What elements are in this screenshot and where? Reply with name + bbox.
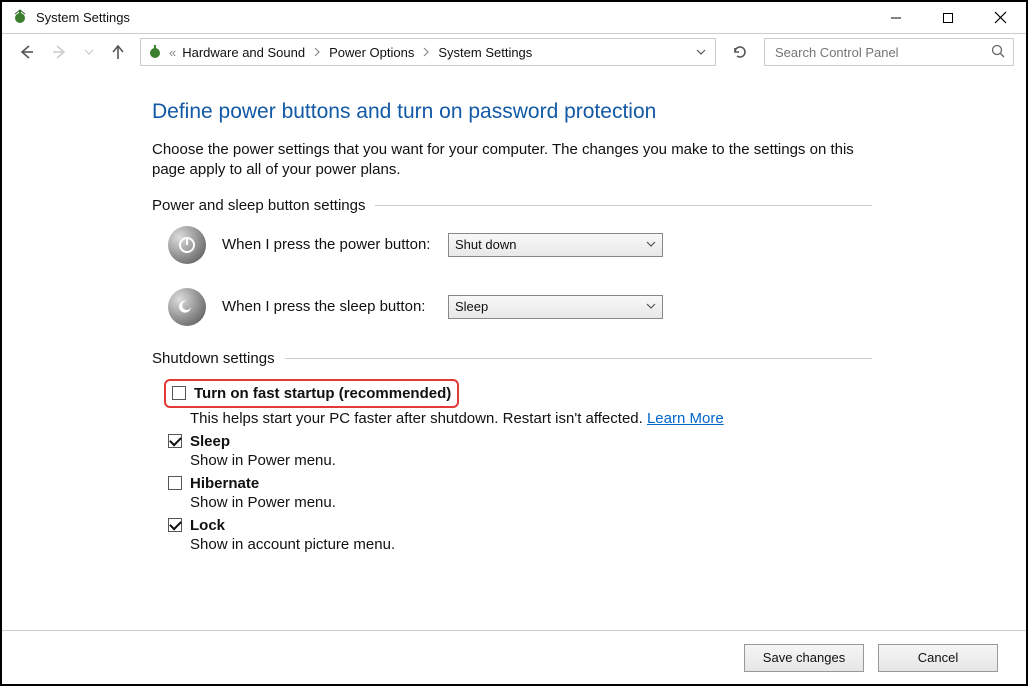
footer: Save changes Cancel (2, 630, 1026, 684)
navbar: « Hardware and Sound Power Options Syste… (2, 34, 1026, 70)
breadcrumb-item-system[interactable]: System Settings (438, 45, 532, 60)
titlebar: System Settings (2, 2, 1026, 34)
section-power-sleep: Power and sleep button settings (152, 197, 872, 214)
search-field[interactable] (773, 44, 1005, 61)
control-panel-icon (147, 43, 163, 62)
app-icon (12, 8, 28, 28)
fast-startup-desc: This helps start your PC faster after sh… (190, 410, 1026, 427)
sleep-option: Sleep Show in Power menu. (168, 433, 1026, 469)
sleep-button-label: When I press the sleep button: (222, 298, 432, 315)
learn-more-link[interactable]: Learn More (647, 410, 724, 427)
window-controls (870, 2, 1026, 33)
divider (375, 205, 872, 206)
chevron-down-icon (646, 299, 656, 314)
minimize-button[interactable] (870, 2, 922, 33)
hibernate-checkbox[interactable] (168, 476, 182, 490)
divider (285, 358, 872, 359)
content-area: Define power buttons and turn on passwor… (2, 70, 1026, 630)
power-icon (168, 226, 206, 264)
sleep-desc: Show in Power menu. (190, 452, 1026, 469)
dropdown-value: Shut down (455, 237, 516, 252)
page-title: Define power buttons and turn on passwor… (152, 100, 1026, 124)
fast-startup-label: Turn on fast startup (recommended) (194, 385, 451, 402)
breadcrumb-item-power[interactable]: Power Options (329, 45, 414, 60)
hibernate-label: Hibernate (190, 475, 259, 492)
recent-dropdown[interactable] (82, 40, 96, 64)
chevron-right-icon (418, 47, 434, 57)
up-button[interactable] (106, 40, 130, 64)
breadcrumb-item-hardware[interactable]: Hardware and Sound (182, 45, 305, 60)
power-button-dropdown[interactable]: Shut down (448, 233, 663, 257)
lock-desc: Show in account picture menu. (190, 536, 1026, 553)
save-button[interactable]: Save changes (744, 644, 864, 672)
section-heading-label: Power and sleep button settings (152, 197, 365, 214)
sleep-button-row: When I press the sleep button: Sleep (168, 288, 1026, 326)
fast-startup-desc-text: This helps start your PC faster after sh… (190, 410, 647, 427)
sleep-label: Sleep (190, 433, 230, 450)
sleep-button-dropdown[interactable]: Sleep (448, 295, 663, 319)
sleep-checkbox[interactable] (168, 434, 182, 448)
fast-startup-checkbox[interactable] (172, 386, 186, 400)
system-settings-window: System Settings (0, 0, 1028, 686)
power-button-label: When I press the power button: (222, 236, 432, 253)
dropdown-value: Sleep (455, 299, 488, 314)
sleep-icon (168, 288, 206, 326)
lock-option: Lock Show in account picture menu. (168, 517, 1026, 553)
search-input[interactable] (764, 38, 1014, 66)
cancel-button[interactable]: Cancel (878, 644, 998, 672)
search-icon (991, 44, 1005, 61)
breadcrumb[interactable]: « Hardware and Sound Power Options Syste… (140, 38, 716, 66)
fast-startup-highlight: Turn on fast startup (recommended) (164, 379, 459, 408)
section-shutdown: Shutdown settings (152, 350, 872, 367)
section-heading-label: Shutdown settings (152, 350, 275, 367)
close-button[interactable] (974, 2, 1026, 33)
chevron-left-double-icon: « (169, 45, 176, 60)
forward-button[interactable] (48, 40, 72, 64)
lock-label: Lock (190, 517, 225, 534)
chevron-down-icon (646, 237, 656, 252)
lock-checkbox[interactable] (168, 518, 182, 532)
hibernate-desc: Show in Power menu. (190, 494, 1026, 511)
chevron-down-icon[interactable] (693, 47, 709, 57)
hibernate-option: Hibernate Show in Power menu. (168, 475, 1026, 511)
refresh-button[interactable] (726, 38, 754, 66)
power-button-row: When I press the power button: Shut down (168, 226, 1026, 264)
chevron-right-icon (309, 47, 325, 57)
back-button[interactable] (14, 40, 38, 64)
maximize-button[interactable] (922, 2, 974, 33)
window-title: System Settings (36, 10, 870, 25)
page-description: Choose the power settings that you want … (152, 140, 872, 181)
